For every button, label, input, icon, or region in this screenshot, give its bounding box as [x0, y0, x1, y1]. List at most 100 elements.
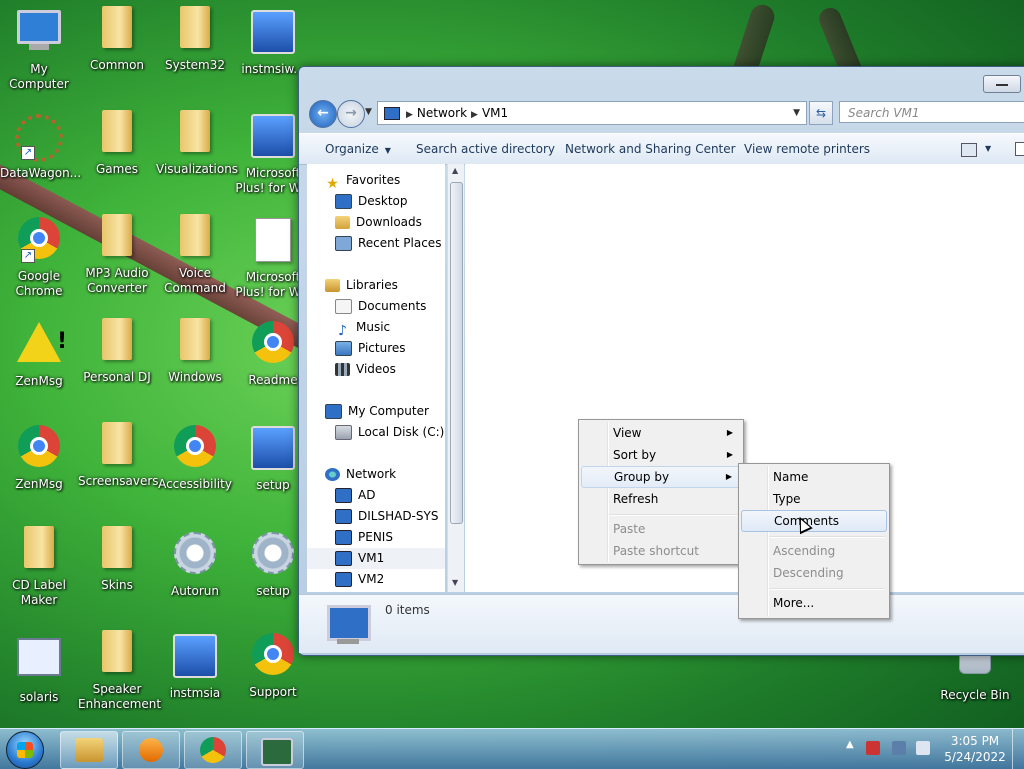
menu-item-name[interactable]: Name — [741, 466, 887, 488]
network-computer-icon — [335, 488, 352, 503]
forward-button[interactable]: → — [337, 100, 365, 128]
desktop-icon-system32[interactable]: System32 — [156, 6, 234, 73]
nav-pictures[interactable]: Pictures — [335, 338, 406, 359]
minimize-icon — [996, 84, 1008, 86]
nav-desktop[interactable]: Desktop — [335, 191, 408, 212]
menu-item-sort-by[interactable]: Sort by ▶ — [581, 444, 741, 466]
nav-my-computer[interactable]: My Computer — [325, 401, 429, 422]
show-desktop-button[interactable] — [1012, 729, 1024, 769]
view-remote-printers-button[interactable]: View remote printers — [744, 134, 870, 164]
folder-icon — [75, 738, 103, 762]
nav-network-penis[interactable]: PENIS — [335, 527, 393, 548]
folder-icon — [180, 6, 210, 48]
preview-pane-button[interactable] — [1015, 142, 1024, 156]
nav-recent-places[interactable]: Recent Places — [335, 233, 441, 254]
menu-item-view[interactable]: View ▶ — [581, 422, 741, 444]
star-icon: ★ — [326, 176, 339, 192]
breadcrumb-separator-icon[interactable]: ▶ — [471, 110, 478, 120]
desktop-icon-windows[interactable]: Windows — [156, 318, 234, 385]
desktop-icon-google-chrome[interactable]: ↗ Google Chrome — [0, 214, 78, 299]
desktop-icon-games[interactable]: Games — [78, 110, 156, 177]
desktop-icon-visualizations[interactable]: Visualizations — [156, 110, 238, 177]
desktop-icon-screensavers[interactable]: Screensavers — [78, 422, 159, 489]
recent-places-icon — [335, 236, 352, 251]
volume-icon[interactable] — [916, 741, 930, 755]
menu-item-group-by[interactable]: Group by ▶ — [581, 466, 741, 488]
taskbar-chrome-button[interactable] — [184, 731, 242, 769]
chrome-icon — [252, 633, 294, 675]
menu-item-paste-shortcut[interactable]: Paste shortcut — [581, 540, 741, 562]
scroll-down-icon[interactable]: ▼ — [452, 578, 458, 587]
scroll-up-icon[interactable]: ▲ — [452, 166, 458, 175]
menu-item-comments[interactable]: Comments — [741, 510, 887, 532]
minimize-button[interactable] — [983, 75, 1021, 93]
music-note-icon: ♪ — [338, 323, 347, 339]
taskbar-media-player-button[interactable] — [122, 731, 180, 769]
folder-icon — [102, 6, 132, 48]
nav-network-dilshad-sys[interactable]: DILSHAD-SYS — [335, 506, 438, 527]
show-hidden-icons-button[interactable]: ▲ — [846, 739, 854, 750]
menu-item-descending[interactable]: Descending — [741, 562, 887, 584]
nav-network-vm1[interactable]: VM1 — [307, 548, 445, 569]
nav-libraries[interactable]: Libraries — [325, 275, 398, 296]
desktop-icon-mp3-audio-converter[interactable]: MP3 Audio Converter — [78, 214, 156, 296]
change-view-icon[interactable] — [961, 143, 977, 157]
desktop-icon-accessibility[interactable]: Accessibility — [156, 422, 234, 492]
nav-music[interactable]: ♪ Music — [335, 317, 390, 339]
action-center-icon[interactable] — [866, 741, 880, 755]
taskbar-monitor-button[interactable] — [246, 731, 304, 769]
nav-downloads[interactable]: Downloads — [335, 212, 422, 233]
refresh-button[interactable]: ⇆ — [809, 101, 833, 125]
folder-icon — [180, 110, 210, 152]
start-button[interactable] — [6, 731, 44, 769]
menu-item-type[interactable]: Type — [741, 488, 887, 510]
nav-network-ad[interactable]: AD — [335, 485, 375, 506]
organize-button[interactable]: Organize ▼ — [325, 134, 391, 166]
nav-network-vm2[interactable]: VM2 — [335, 569, 384, 590]
chevron-down-icon[interactable]: ▼ — [985, 134, 991, 164]
menu-item-ascending[interactable]: Ascending — [741, 540, 887, 562]
desktop-icon-voice-command[interactable]: Voice Command — [156, 214, 234, 296]
desktop-icon-personal-dj[interactable]: Personal DJ — [78, 318, 156, 385]
search-input[interactable]: Search VM1 — [839, 101, 1024, 123]
address-bar[interactable]: ▶ Network ▶ VM1 ▼ — [377, 101, 807, 125]
search-active-directory-button[interactable]: Search active directory — [416, 134, 555, 164]
network-tray-icon[interactable] — [892, 741, 906, 755]
explorer-window: ← → ▼ ▶ Network ▶ VM1 ▼ ⇆ Search VM1 Organi… — [298, 66, 1024, 656]
desktop-icon-speaker-enhancement[interactable]: Speaker Enhancement — [78, 630, 161, 712]
menu-item-more[interactable]: More... — [741, 592, 887, 614]
breadcrumb-vm1[interactable]: VM1 — [482, 106, 508, 120]
address-dropdown-button[interactable]: ▼ — [793, 102, 800, 124]
desktop-icon-my-computer[interactable]: My Computer — [0, 6, 78, 92]
breadcrumb-network[interactable]: Network — [417, 106, 467, 120]
folder-icon — [102, 422, 132, 464]
desktop-icon-instmsia[interactable]: instmsia — [156, 630, 234, 701]
network-computer-icon — [335, 572, 352, 587]
desktop-icon-zenmsg[interactable]: ! ZenMsg — [0, 318, 78, 389]
recent-pages-button[interactable]: ▼ — [365, 107, 372, 117]
clock[interactable]: 3:05 PM 5/24/2022 — [940, 733, 1010, 765]
desktop-icon-cd-label-maker[interactable]: CD Label Maker — [0, 526, 78, 608]
desktop-icon-autorun[interactable]: Autorun — [156, 526, 234, 599]
menu-item-paste[interactable]: Paste — [581, 518, 741, 540]
nav-videos[interactable]: Videos — [335, 359, 396, 380]
solaris-icon — [17, 638, 61, 676]
scroll-thumb[interactable] — [450, 182, 463, 524]
gear-icon — [252, 532, 294, 574]
nav-pane-scrollbar[interactable]: ▲ ▼ — [447, 164, 464, 592]
nav-favorites[interactable]: ★ Favorites — [325, 170, 400, 192]
nav-network[interactable]: Network — [325, 464, 396, 485]
nav-documents[interactable]: Documents — [335, 296, 426, 317]
desktop-icon-solaris[interactable]: solaris — [0, 630, 78, 705]
menu-item-refresh[interactable]: Refresh — [581, 488, 741, 510]
taskbar-explorer-button[interactable] — [60, 731, 118, 769]
desktop-icon-zenmsg-chrome[interactable]: ZenMsg — [0, 422, 78, 492]
back-button[interactable]: ← — [309, 100, 337, 128]
network-sharing-center-button[interactable]: Network and Sharing Center — [565, 134, 736, 164]
desktop-icon-datawagon[interactable]: ↗ DataWagon... — [0, 110, 81, 181]
nav-local-disk[interactable]: Local Disk (C:) — [335, 422, 444, 443]
desktop-icon-common[interactable]: Common — [78, 6, 156, 73]
desktop-icon-skins[interactable]: Skins — [78, 526, 156, 593]
computer-icon — [325, 404, 342, 419]
computer-icon — [327, 605, 371, 641]
